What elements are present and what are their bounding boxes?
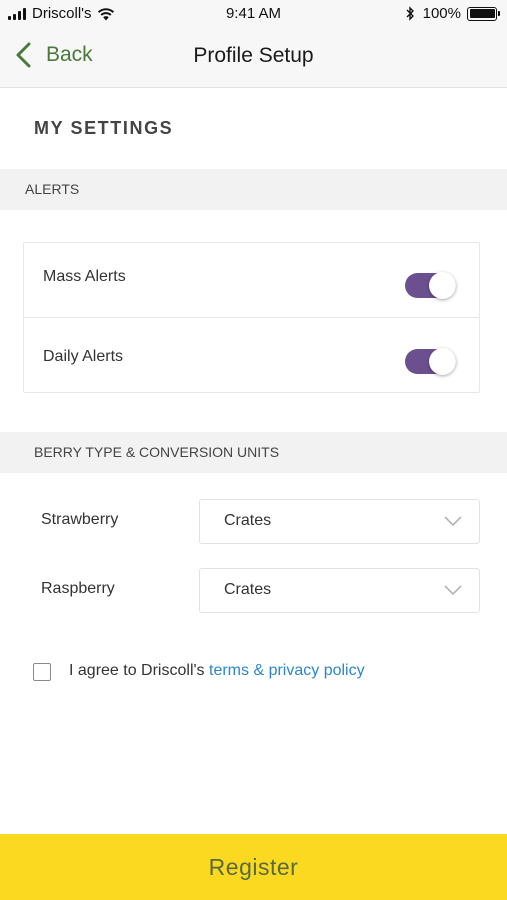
- toggle-knob: [429, 272, 456, 299]
- navigation-bar: Back Profile Setup: [0, 28, 507, 88]
- alert-row-daily: Daily Alerts: [24, 318, 479, 393]
- status-right: 100%: [405, 5, 500, 22]
- raspberry-unit-value: Crates: [224, 581, 272, 598]
- battery-percent: 100%: [422, 5, 461, 22]
- alerts-section-header: ALERTS: [0, 169, 507, 210]
- mass-alerts-label: Mass Alerts: [43, 268, 126, 285]
- battery-icon: [467, 6, 500, 21]
- raspberry-unit-select[interactable]: Crates: [199, 568, 480, 613]
- terms-privacy-link[interactable]: terms & privacy policy: [209, 662, 365, 679]
- berry-header-label: BERRY TYPE & CONVERSION UNITS: [34, 444, 280, 460]
- alerts-header-label: ALERTS: [25, 181, 80, 197]
- register-button[interactable]: Register: [0, 834, 507, 900]
- strawberry-unit-value: Crates: [224, 512, 272, 529]
- bluetooth-icon: [406, 6, 414, 21]
- status-bar: Driscoll's 9:41 AM 100%: [0, 0, 507, 28]
- chevron-down-icon: [444, 516, 462, 527]
- chevron-down-icon: [444, 585, 462, 596]
- daily-alerts-label: Daily Alerts: [43, 348, 124, 365]
- mass-alerts-toggle[interactable]: [405, 272, 456, 299]
- strawberry-unit-select[interactable]: Crates: [199, 499, 480, 544]
- nav-title: Profile Setup: [193, 44, 314, 67]
- terms-checkbox[interactable]: [33, 663, 51, 681]
- alerts-card: Mass Alerts Daily Alerts: [23, 242, 480, 393]
- battery-level-fill: [469, 9, 495, 18]
- berry-section-header: BERRY TYPE & CONVERSION UNITS: [0, 432, 507, 473]
- daily-alerts-toggle[interactable]: [405, 348, 456, 375]
- raspberry-label: Raspberry: [41, 580, 115, 597]
- page-title: MY SETTINGS: [34, 118, 174, 138]
- terms-prefix: I agree to Driscoll's: [69, 662, 209, 679]
- terms-text: I agree to Driscoll's terms & privacy po…: [69, 662, 365, 680]
- register-label: Register: [208, 853, 299, 880]
- alert-row-mass: Mass Alerts: [24, 243, 479, 318]
- toggle-knob: [429, 348, 456, 375]
- strawberry-label: Strawberry: [41, 511, 119, 528]
